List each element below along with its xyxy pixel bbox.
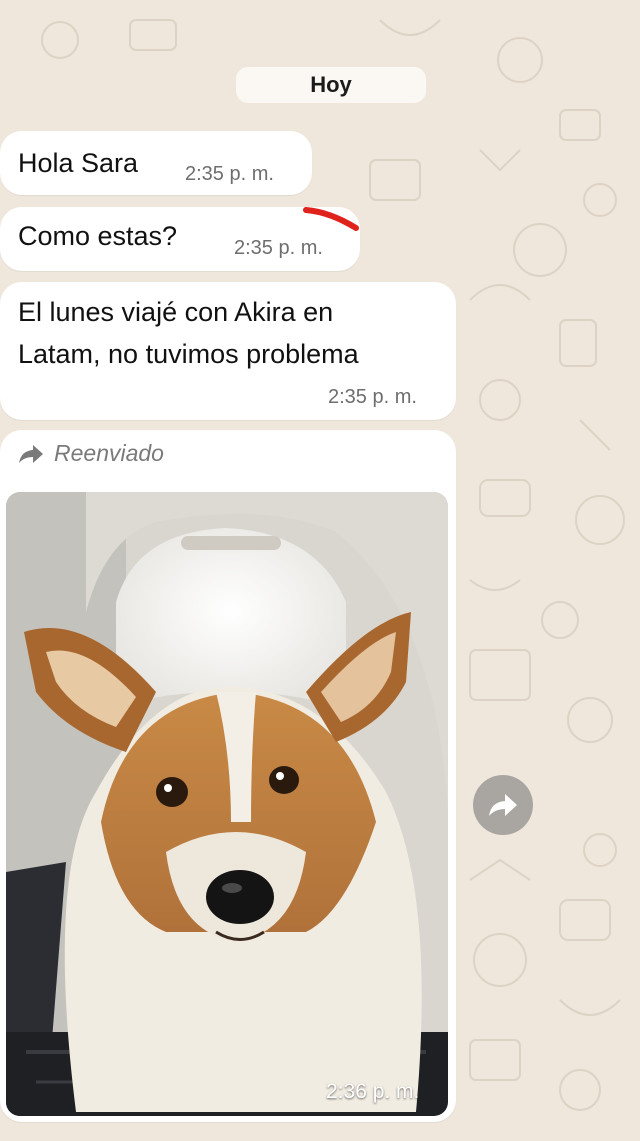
red-annotation-mark bbox=[303, 207, 359, 231]
message-text-line: Latam, no tuvimos problema bbox=[18, 339, 359, 369]
forwarded-header: Reenviado bbox=[18, 440, 164, 467]
message-text-line: El lunes viajé con Akira en bbox=[18, 297, 334, 327]
dog-photo[interactable]: 2:36 p. m. bbox=[6, 492, 448, 1116]
date-separator-label: Hoy bbox=[310, 72, 352, 97]
message-time: 2:35 p. m. bbox=[185, 163, 274, 185]
forward-arrow-icon bbox=[19, 444, 43, 463]
message-time: 2:35 p. m. bbox=[328, 386, 417, 408]
share-forward-icon bbox=[489, 794, 517, 816]
message-text: Como estas? bbox=[18, 221, 178, 251]
message-text: Hola Sara bbox=[18, 148, 139, 178]
message-time: 2:36 p. m. bbox=[326, 1080, 420, 1103]
message-time: 2:35 p. m. bbox=[234, 237, 323, 259]
forwarded-label: Reenviado bbox=[54, 440, 164, 466]
message-bubble[interactable]: Hola Sara 2:35 p. m. bbox=[0, 131, 312, 195]
share-forward-button[interactable] bbox=[473, 775, 533, 835]
message-bubble[interactable]: El lunes viajé con Akira en Latam, no tu… bbox=[0, 282, 456, 420]
date-separator: Hoy bbox=[236, 67, 426, 103]
